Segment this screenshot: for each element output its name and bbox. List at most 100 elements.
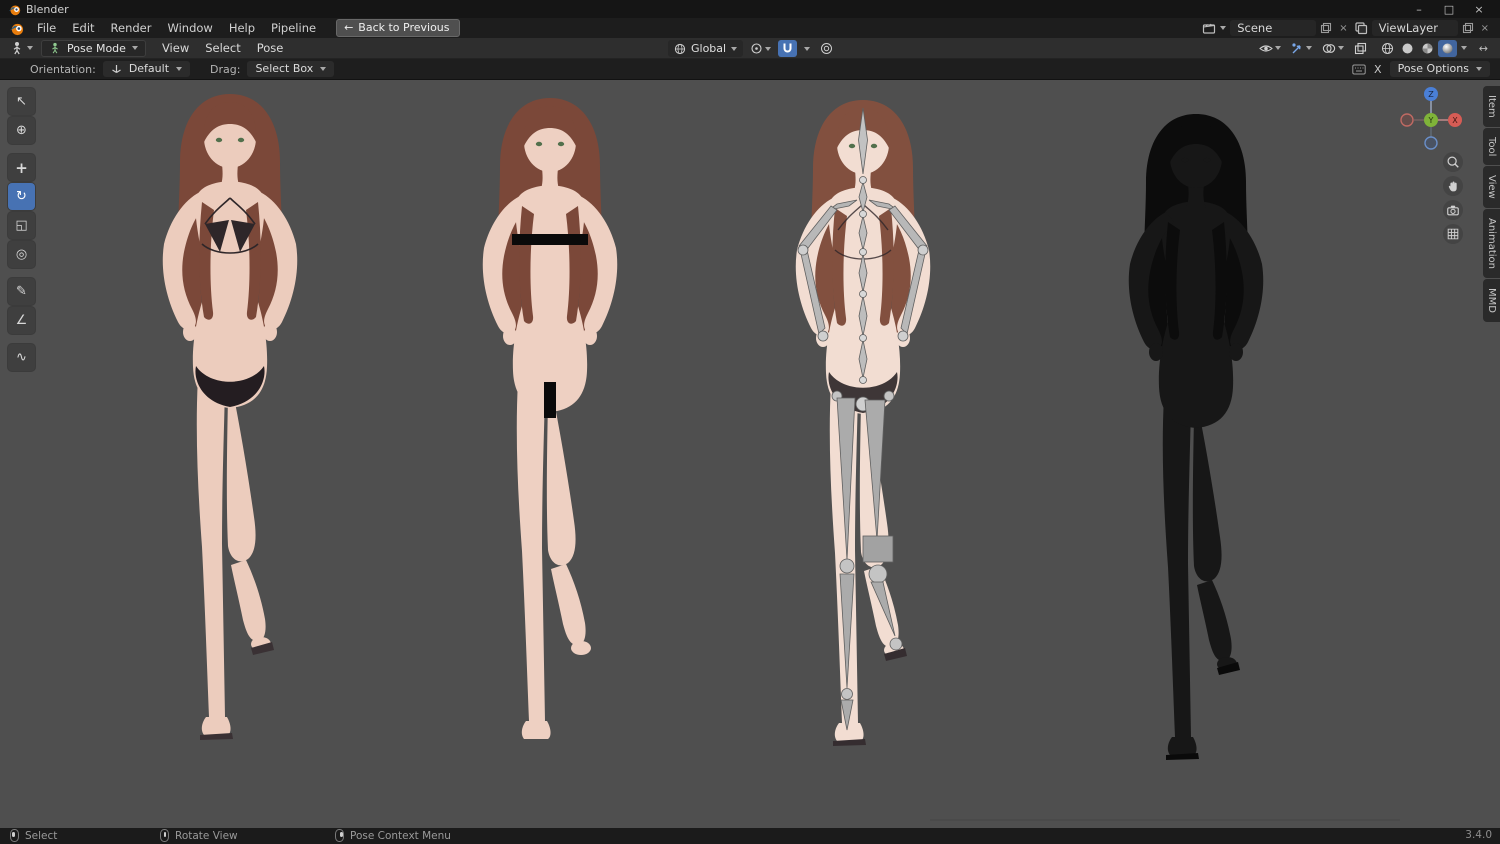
proportional-editing-toggle[interactable] <box>817 40 836 57</box>
gizmo-z-label: Z <box>1428 90 1434 99</box>
right-mouse-icon <box>335 829 344 842</box>
viewport-menu-view[interactable]: View <box>154 39 197 57</box>
blender-logo-icon <box>8 4 21 15</box>
censor-bar-top <box>512 234 588 245</box>
middle-mouse-icon <box>160 829 169 842</box>
back-arrow-icon: ← <box>344 21 354 34</box>
snap-settings-dropdown[interactable] <box>801 40 813 57</box>
cursor-icon: ⊕ <box>16 123 27 138</box>
shading-rendered-button[interactable] <box>1437 39 1457 57</box>
zoom-button[interactable] <box>1443 152 1463 172</box>
tab-animation[interactable]: Animation <box>1483 208 1500 278</box>
3d-viewport[interactable]: ↖ ⊕ + ↻ ◱ ◎ ✎ ∠ ∿ Z X Y Item Tool View A… <box>0 80 1500 828</box>
close-icon[interactable]: × <box>1464 3 1494 16</box>
tab-view[interactable]: View <box>1483 166 1500 208</box>
expand-region-icon[interactable]: ↔ <box>1471 42 1494 55</box>
hint-rotate-view: Rotate View <box>175 829 238 842</box>
magnet-icon <box>783 43 792 53</box>
navigation-gizmo[interactable]: Z X Y <box>1398 84 1464 150</box>
drag-dropdown[interactable]: Select Box <box>247 61 335 77</box>
remove-viewlayer-icon[interactable]: × <box>1478 23 1492 34</box>
camera-view-button[interactable] <box>1443 200 1463 220</box>
object-visibility-dropdown[interactable] <box>1256 40 1284 57</box>
show-overlays-dropdown[interactable] <box>1319 40 1347 57</box>
back-to-previous-button[interactable]: ← Back to Previous <box>336 19 460 37</box>
menu-render[interactable]: Render <box>103 19 160 37</box>
camera-icon <box>1447 205 1459 216</box>
show-gizmo-dropdown[interactable] <box>1288 40 1315 57</box>
censor-bar-bottom <box>544 382 556 418</box>
scene-name: Scene <box>1237 21 1273 35</box>
scene-icon[interactable] <box>1202 21 1216 35</box>
menu-help[interactable]: Help <box>221 19 263 37</box>
rendered-shading-icon <box>1442 43 1453 53</box>
toolbar: ↖ ⊕ + ↻ ◱ ◎ ✎ ∠ ∿ <box>8 88 35 371</box>
scene-name-field[interactable]: Scene <box>1230 20 1317 36</box>
hint-select: Select <box>25 829 58 842</box>
chevron-down-icon[interactable] <box>1460 46 1467 50</box>
gizmo-negative-x-axis[interactable] <box>1400 113 1414 127</box>
tool-cursor[interactable]: ⊕ <box>8 117 35 144</box>
minimize-icon[interactable]: – <box>1404 3 1434 16</box>
tool-pose-breakdowner[interactable]: ∿ <box>8 344 35 371</box>
chevron-down-icon <box>731 46 738 51</box>
editor-type-button[interactable] <box>6 41 37 55</box>
menu-pipeline[interactable]: Pipeline <box>263 19 324 37</box>
sidebar-tabs: Item Tool View Animation MMD <box>1483 86 1500 322</box>
menu-file[interactable]: File <box>29 19 64 37</box>
blender-app-menu-icon[interactable] <box>9 21 24 36</box>
viewlayer-icon[interactable] <box>1354 21 1368 35</box>
tab-tool[interactable]: Tool <box>1483 127 1500 166</box>
back-to-previous-label: Back to Previous <box>358 21 450 34</box>
pivot-point-dropdown[interactable] <box>747 40 774 57</box>
viewport-menu-select[interactable]: Select <box>197 39 248 57</box>
toggle-xray-button[interactable] <box>1351 40 1370 57</box>
left-mouse-icon <box>10 829 19 842</box>
tool-move[interactable]: + <box>8 154 35 181</box>
model-figure-armature[interactable] <box>795 100 931 746</box>
model-figure-swimsuit[interactable] <box>162 94 298 740</box>
axes-icon <box>111 65 121 74</box>
tab-item[interactable]: Item <box>1483 86 1500 127</box>
wireframe-shading-icon <box>1381 42 1393 54</box>
mode-dropdown[interactable]: Pose Mode <box>41 39 146 57</box>
model-figure-wireframe[interactable] <box>1128 114 1264 760</box>
viewlayer-name-field[interactable]: ViewLayer <box>1371 20 1458 36</box>
clear-shortcut-button[interactable]: X <box>1374 63 1382 76</box>
hint-pose-context-menu: Pose Context Menu <box>350 829 451 842</box>
menu-window[interactable]: Window <box>159 19 220 37</box>
maximize-icon[interactable]: □ <box>1434 3 1464 16</box>
tool-scale[interactable]: ◱ <box>8 212 35 239</box>
tool-measure[interactable]: ∠ <box>8 307 35 334</box>
new-scene-icon[interactable] <box>1320 22 1332 34</box>
tool-transform[interactable]: ◎ <box>8 241 35 268</box>
hand-icon <box>1448 181 1457 192</box>
shading-solid-button[interactable] <box>1398 40 1417 57</box>
tool-tweak-select[interactable]: ↖ <box>8 88 35 115</box>
viewport-canvas[interactable] <box>0 80 1500 828</box>
gizmo-negative-z-axis[interactable] <box>1424 136 1438 150</box>
chevron-down-icon <box>131 46 138 50</box>
chevron-down-icon[interactable] <box>1220 26 1227 30</box>
pose-options-dropdown[interactable]: Pose Options <box>1389 61 1490 77</box>
menu-edit[interactable]: Edit <box>64 19 102 37</box>
shading-wireframe-button[interactable] <box>1378 40 1397 57</box>
gizmo-icon <box>1292 42 1301 53</box>
orientation-dropdown[interactable]: Default <box>102 61 191 77</box>
transform-orientation-dropdown[interactable]: Global <box>668 40 744 57</box>
unlink-scene-icon[interactable]: × <box>1336 23 1350 34</box>
shading-material-button[interactable] <box>1418 40 1437 57</box>
zoom-icon <box>1447 156 1459 168</box>
chevron-down-icon <box>1337 46 1344 50</box>
pan-button[interactable] <box>1443 176 1463 196</box>
viewport-menu-pose[interactable]: Pose <box>249 39 292 57</box>
blender-version: 3.4.0 <box>1465 829 1492 841</box>
new-viewlayer-icon[interactable] <box>1462 22 1474 34</box>
model-figure-censored[interactable] <box>482 98 618 744</box>
tab-mmd[interactable]: MMD <box>1483 278 1500 322</box>
tool-annotate[interactable]: ✎ <box>8 278 35 305</box>
tool-rotate[interactable]: ↻ <box>8 183 35 210</box>
tool-options-bar: Orientation: Default Drag: Select Box X … <box>0 59 1500 80</box>
toggle-perspective-button[interactable] <box>1443 224 1463 244</box>
snap-toggle[interactable] <box>778 40 798 57</box>
